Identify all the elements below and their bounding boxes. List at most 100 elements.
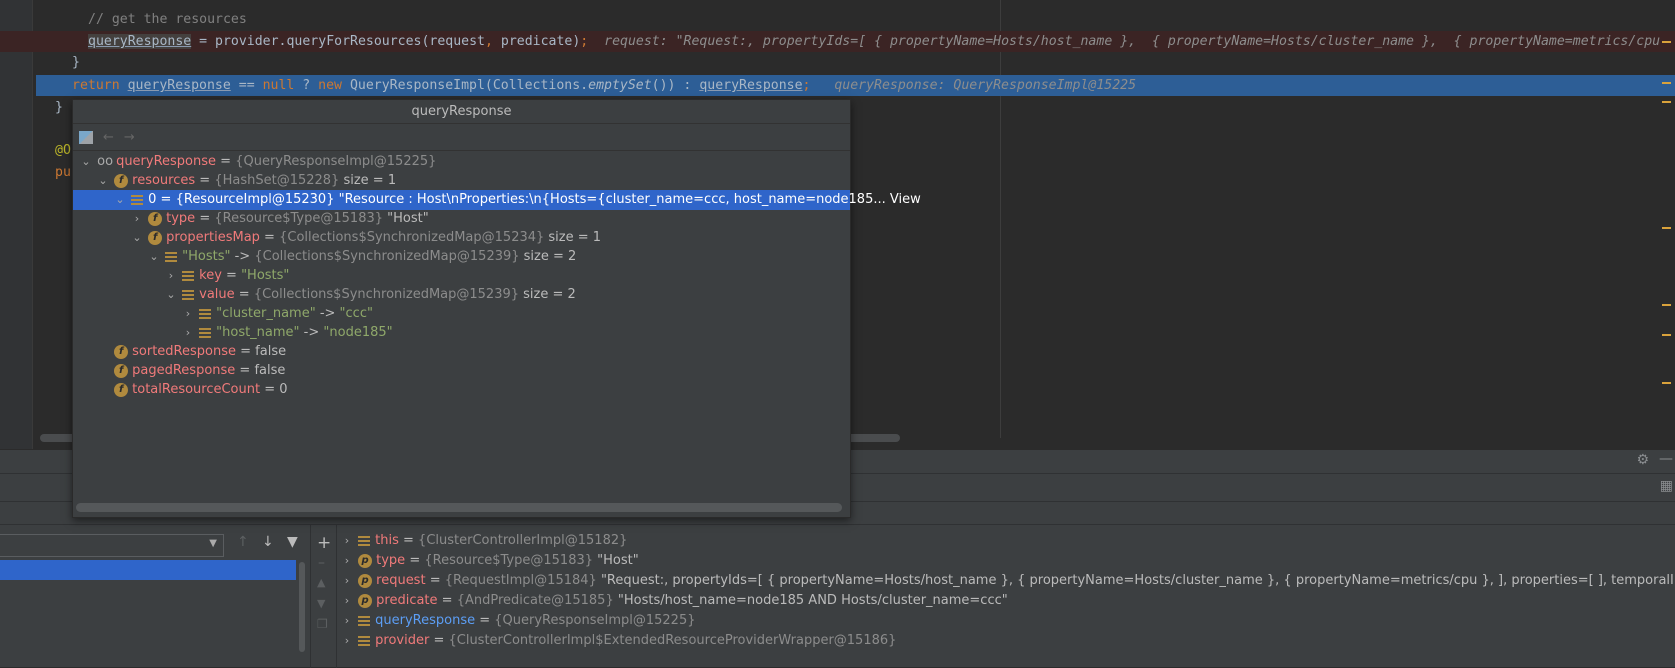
expand-arrow-icon[interactable]: ⌄	[147, 247, 161, 267]
copy-icon[interactable]: ❐	[317, 617, 328, 631]
popup-tree[interactable]: ⌄ oo queryResponse = {QueryResponseImpl@1…	[73, 152, 921, 497]
var-type: {Collections$SynchronizedMap@15239}	[254, 249, 520, 264]
variable: queryResponse	[699, 78, 803, 93]
expand-arrow-icon[interactable]: ›	[181, 323, 195, 343]
expand-arrow-icon[interactable]: ⌄	[79, 152, 93, 172]
var-name: "Hosts"	[182, 249, 231, 264]
expand-arrow-icon[interactable]: ›	[340, 551, 354, 571]
code: ?	[294, 78, 319, 93]
popup-horizontal-scrollbar[interactable]	[76, 503, 842, 512]
expand-arrow-icon[interactable]: ›	[340, 531, 354, 551]
var-value: "Hosts"	[241, 268, 290, 283]
list-icon	[165, 251, 178, 262]
expand-arrow-icon[interactable]: ›	[340, 631, 354, 651]
separator: =	[236, 344, 256, 359]
chevron-down-icon: ▼	[209, 538, 217, 549]
code: pu	[55, 165, 71, 180]
variable-row[interactable]: › this = {ClusterControllerImpl@15182}	[340, 531, 628, 551]
list-icon	[199, 327, 212, 338]
separator: ->	[315, 306, 340, 321]
var-name: request	[376, 573, 426, 588]
move-up-icon[interactable]: ▲	[317, 576, 325, 589]
error-stripe-mark[interactable]	[1662, 82, 1671, 84]
expand-arrow-icon[interactable]: ⌄	[130, 228, 144, 248]
thread-dropdown[interactable]: ▼	[0, 534, 224, 557]
move-down-icon[interactable]: ▼	[317, 597, 325, 610]
error-stripe-mark[interactable]	[1662, 227, 1671, 229]
variable-row[interactable]: › p type = {Resource$Type@15183} "Host"	[340, 551, 639, 571]
code: ()) :	[651, 78, 700, 93]
var-value: "Resource : Host\nProperties:\n{Hosts={c…	[334, 192, 886, 207]
expand-arrow-icon[interactable]: ›	[164, 266, 178, 286]
var-value: size = 2	[519, 287, 576, 302]
expand-arrow-icon[interactable]: ›	[340, 591, 354, 611]
var-value: size = 2	[519, 249, 577, 264]
var-name: propertiesMap	[166, 230, 260, 245]
error-stripe-mark[interactable]	[1662, 382, 1671, 384]
frames-scrollbar[interactable]	[299, 562, 305, 652]
tree-row[interactable]: ⌄ f resources = {HashSet@15228} size = 1	[73, 171, 850, 191]
tree-row[interactable]: ⌄ 0 = {ResourceImpl@15230} "Resource : H…	[73, 190, 921, 210]
tree-row[interactable]: ⌄ oo queryResponse = {QueryResponseImpl@1…	[73, 152, 850, 172]
tree-row[interactable]: f sortedResponse = false	[73, 342, 850, 362]
layout-icon[interactable]: ▦	[1660, 478, 1673, 494]
var-name: queryResponse	[375, 613, 476, 628]
forward-arrow-icon[interactable]: →	[124, 130, 135, 145]
expand-arrow-icon[interactable]: ›	[340, 571, 354, 591]
arrow-up-icon[interactable]: ↑	[237, 534, 249, 550]
arrow-down-icon[interactable]: ↓	[262, 534, 274, 550]
gear-icon[interactable]: ⚙	[1636, 452, 1649, 468]
var-type: {ClusterControllerImpl@15182}	[418, 533, 628, 548]
var-value: 0	[279, 382, 288, 397]
error-stripe-mark[interactable]	[1662, 41, 1671, 43]
separator: =	[235, 363, 255, 378]
variable-row[interactable]: › provider = {ClusterControllerImpl$Exte…	[340, 631, 897, 651]
error-stripe-mark[interactable]	[1662, 101, 1671, 103]
add-watch-icon[interactable]: +	[317, 533, 331, 553]
expand-arrow-icon[interactable]: ›	[181, 304, 195, 324]
evaluate-popup[interactable]: queryResponse ← → ⌄ oo queryResponse = {Q…	[72, 99, 921, 518]
error-stripe-mark[interactable]	[1662, 304, 1671, 306]
field-icon: f	[114, 344, 129, 359]
expand-arrow-icon[interactable]: ›	[130, 209, 144, 229]
var-type: {HashSet@15228}	[214, 173, 340, 188]
code: ;	[580, 34, 589, 49]
tree-row[interactable]: f pagedResponse = false	[73, 361, 850, 381]
expand-arrow-icon[interactable]: ⌄	[96, 171, 110, 191]
var-name: provider	[375, 633, 430, 648]
separator: =	[216, 154, 236, 169]
separator: =	[221, 268, 242, 283]
error-stripe-mark[interactable]	[1662, 334, 1671, 336]
var-name: key	[199, 268, 222, 283]
tree-row[interactable]: › f type = {Resource$Type@15183} "Host"	[73, 209, 850, 229]
var-name: value	[199, 287, 235, 302]
tree-icon[interactable]	[79, 130, 93, 144]
view-link[interactable]: View	[890, 192, 921, 207]
minimize-icon[interactable]: —	[1659, 451, 1673, 467]
code: null	[262, 78, 295, 93]
expand-arrow-icon[interactable]: ⌄	[113, 190, 127, 210]
filter-icon[interactable]: ▼	[287, 534, 298, 550]
list-icon	[131, 194, 144, 205]
tree-row[interactable]: › "host_name" -> "node185"	[73, 323, 850, 343]
tree-row[interactable]: › "cluster_name" -> "ccc"	[73, 304, 850, 324]
var-value: "Host"	[383, 211, 429, 226]
separator: ->	[299, 325, 324, 340]
variable-row[interactable]: › p request = {RequestImpl@15184} "Reques…	[340, 571, 1675, 591]
parameter-icon: p	[358, 573, 373, 588]
code-line-execution: return queryResponse == null ? new Query…	[36, 75, 1675, 96]
variable-row[interactable]: › p predicate = {AndPredicate@15185} "Hos…	[340, 591, 1008, 611]
variable-row[interactable]: › queryResponse = {QueryResponseImpl@152…	[340, 611, 696, 631]
tree-row[interactable]: › key = "Hosts"	[73, 266, 850, 286]
tree-row[interactable]: ⌄ f propertiesMap = {Collections$Synchron…	[73, 228, 850, 248]
remove-watch-icon[interactable]: –	[318, 555, 325, 571]
list-icon	[182, 289, 195, 300]
frame-list-item-selected[interactable]	[0, 560, 296, 580]
expand-arrow-icon[interactable]: ›	[340, 611, 354, 631]
tree-row[interactable]: ⌄ "Hosts" -> {Collections$SynchronizedMa…	[73, 247, 850, 267]
tree-row[interactable]: ⌄ value = {Collections$SynchronizedMap@1…	[73, 285, 850, 305]
variable: queryResponse	[88, 34, 192, 49]
tree-row[interactable]: f totalResourceCount = 0	[73, 380, 850, 400]
expand-arrow-icon[interactable]: ⌄	[164, 285, 178, 305]
back-arrow-icon[interactable]: ←	[103, 130, 114, 145]
